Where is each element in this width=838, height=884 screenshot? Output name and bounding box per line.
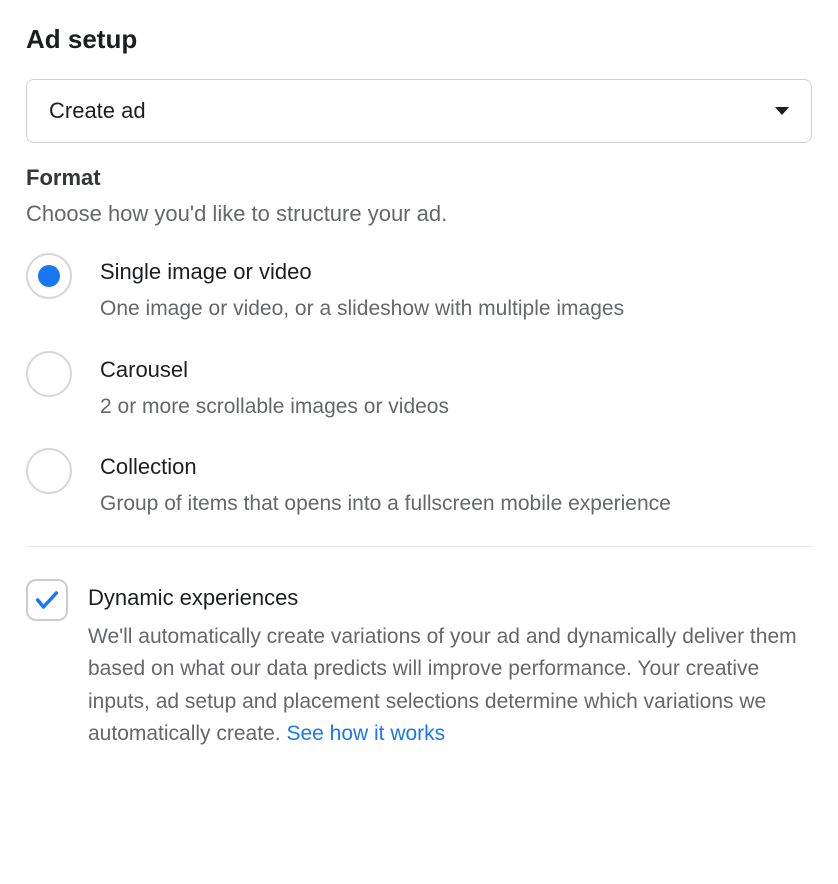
- dynamic-experiences-desc: We'll automatically create variations of…: [88, 621, 812, 751]
- section-title: Ad setup: [26, 24, 812, 55]
- dropdown-label: Create ad: [49, 98, 146, 124]
- format-option-collection[interactable]: Collection Group of items that opens int…: [26, 448, 812, 520]
- caret-down-icon: [775, 107, 789, 115]
- divider: [26, 546, 812, 547]
- option-label: Single image or video: [100, 259, 624, 285]
- dynamic-experiences-label: Dynamic experiences: [88, 579, 812, 611]
- option-label: Carousel: [100, 357, 449, 383]
- option-desc: One image or video, or a slideshow with …: [100, 293, 624, 325]
- radio-single[interactable]: [26, 253, 72, 299]
- option-desc: Group of items that opens into a fullscr…: [100, 488, 671, 520]
- dynamic-experiences-checkbox[interactable]: [26, 579, 68, 621]
- format-description: Choose how you'd like to structure your …: [26, 201, 812, 227]
- format-option-carousel[interactable]: Carousel 2 or more scrollable images or …: [26, 351, 812, 423]
- option-desc: 2 or more scrollable images or videos: [100, 391, 449, 423]
- radio-carousel[interactable]: [26, 351, 72, 397]
- option-label: Collection: [100, 454, 671, 480]
- format-title: Format: [26, 165, 812, 191]
- format-option-single[interactable]: Single image or video One image or video…: [26, 253, 812, 325]
- ad-setup-dropdown[interactable]: Create ad: [26, 79, 812, 143]
- check-icon: [33, 586, 61, 614]
- dynamic-experiences-row: Dynamic experiences We'll automatically …: [26, 579, 812, 751]
- radio-collection[interactable]: [26, 448, 72, 494]
- see-how-it-works-link[interactable]: See how it works: [286, 722, 445, 745]
